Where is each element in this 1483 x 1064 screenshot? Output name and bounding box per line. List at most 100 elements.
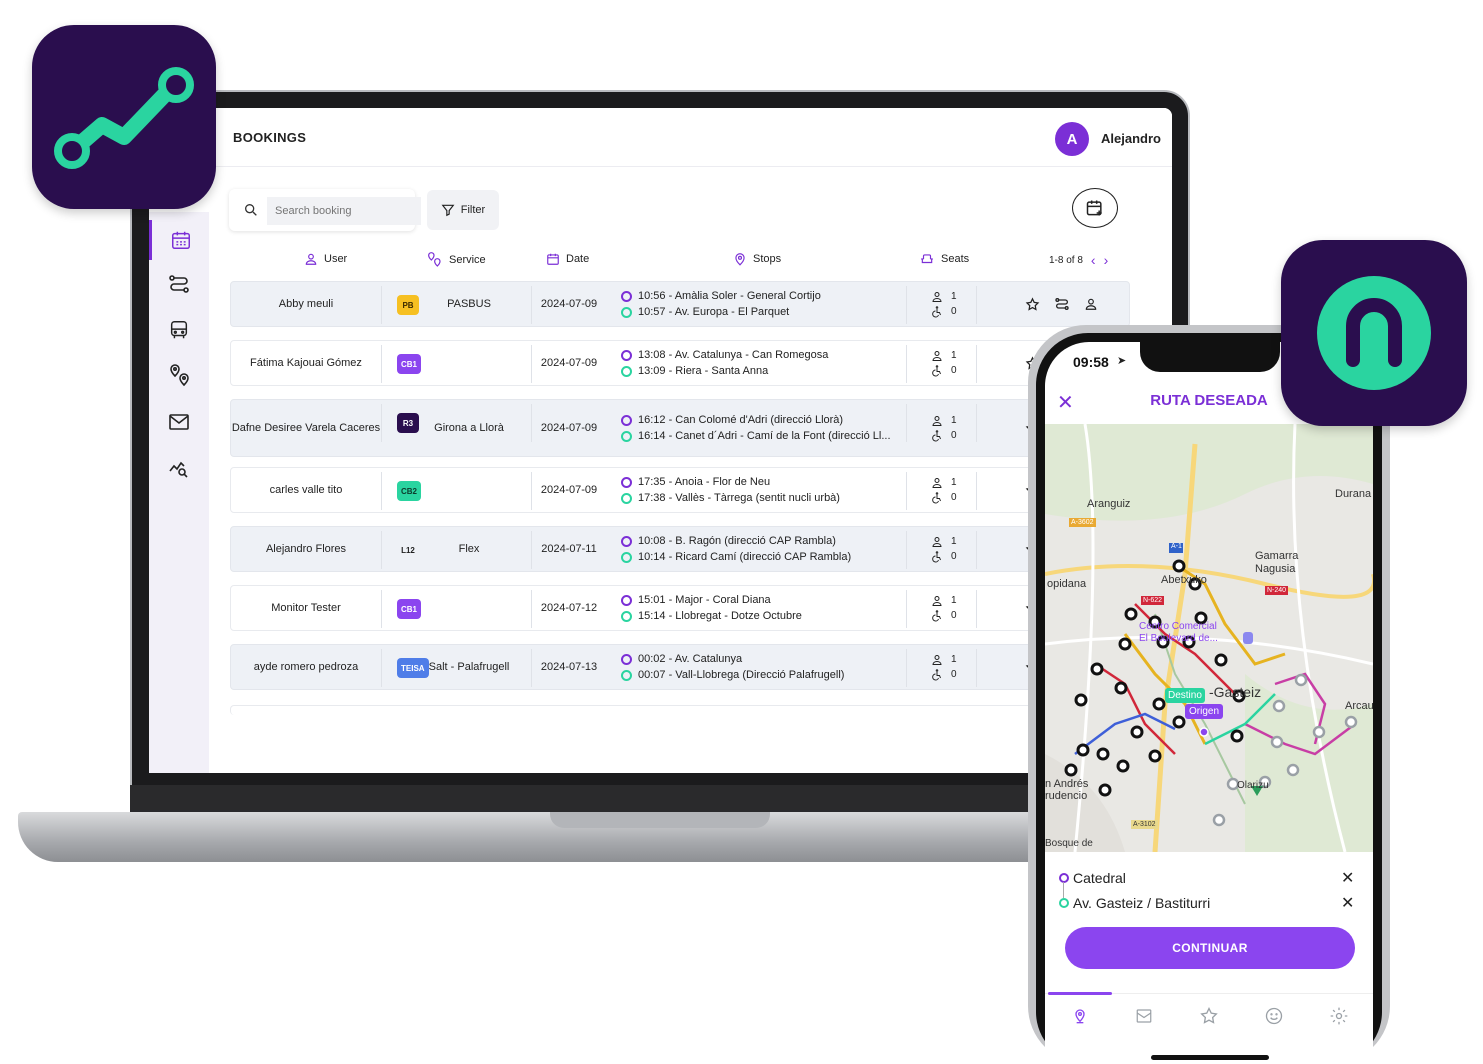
row-stops: 16:12 - Can Colomé d'Adri (direcció Llor…: [621, 400, 901, 456]
sidebar-item-routes[interactable]: [149, 264, 209, 304]
row-divider: [976, 531, 977, 569]
tab-map[interactable]: [1065, 1004, 1095, 1028]
table-row[interactable]: ayde romero pedroza TEISA Salt - Palafruge…: [230, 644, 1130, 690]
column-date[interactable]: Date: [546, 252, 589, 266]
wheelchair-icon: [932, 429, 941, 441]
destination-stop-text: 00:07 - Vall-Llobrega (Direcció Palafrug…: [638, 669, 845, 681]
row-divider: [906, 404, 907, 442]
tab-profile[interactable]: [1259, 1004, 1289, 1028]
tab-bar: [1045, 992, 1373, 1034]
tab-favorites[interactable]: [1194, 1004, 1224, 1028]
map-label-lopidana: opidana: [1047, 578, 1087, 590]
destination-value: Av. Gasteiz / Bastiturri: [1073, 895, 1211, 911]
tab-settings[interactable]: [1324, 1004, 1354, 1028]
route-icon[interactable]: [1054, 296, 1070, 312]
sidebar: [149, 212, 209, 773]
column-stops[interactable]: Stops: [733, 252, 781, 266]
destination-dot-icon: [621, 306, 632, 318]
row-divider: [976, 345, 977, 383]
destination-stop: 10:14 - Ricard Camí (direcció CAP Rambla…: [621, 551, 901, 563]
seat-count-value: 1: [951, 291, 957, 302]
sidebar-item-messages[interactable]: [149, 402, 209, 442]
row-stops: 10:56 - Amàlia Soler - General Cortijo 10…: [621, 282, 901, 326]
star-icon[interactable]: [1025, 296, 1040, 312]
row-divider: [381, 345, 382, 383]
star-icon: [1200, 1006, 1218, 1024]
service-badge: CB2: [397, 481, 422, 501]
add-booking-button[interactable]: [1072, 188, 1118, 228]
person-icon: [932, 536, 942, 547]
seat-count-value: 1: [951, 536, 957, 547]
search-box: [229, 189, 421, 231]
service-badge: L12: [401, 545, 415, 555]
origin-stop: 13:08 - Av. Catalunya - Can Romegosa: [621, 349, 901, 361]
row-divider: [381, 286, 382, 324]
sidebar-item-analytics[interactable]: [149, 448, 209, 488]
row-service: Flex: [458, 542, 480, 555]
filter-button[interactable]: Filter: [427, 190, 499, 230]
service-badge: CB1: [397, 354, 422, 374]
map-label-gamarra: Gamarra Nagusia: [1255, 550, 1298, 576]
row-seats: 10: [931, 341, 971, 385]
sidebar-item-bookings[interactable]: [149, 220, 209, 260]
pagination: 1-8 of 8 ‹ ›: [1049, 252, 1108, 268]
tab-tickets[interactable]: [1129, 1004, 1159, 1028]
row-service: Girona a Llorà: [434, 421, 504, 434]
origin-stop: 10:08 - B. Ragón (direcció CAP Rambla): [621, 535, 901, 547]
column-user[interactable]: User: [304, 252, 347, 266]
wheelchair-count-value: 0: [951, 306, 957, 317]
user-icon[interactable]: [1084, 297, 1098, 311]
sidebar-item-stops[interactable]: [149, 356, 209, 396]
map-label-nagusia: Nagusia: [1255, 563, 1296, 575]
destination-stop-text: 13:09 - Riera - Santa Anna: [638, 365, 769, 377]
column-service[interactable]: Service: [425, 252, 486, 268]
table-row[interactable]: Monitor Tester CB1 2024-07-12 15:01 - Major…: [230, 585, 1130, 631]
table-row[interactable]: Dafne Desiree Varela Caceres R3 Girona a L…: [230, 399, 1130, 457]
row-date: 2024-07-09: [540, 357, 598, 369]
row-divider: [906, 531, 907, 569]
next-page-icon[interactable]: ›: [1104, 252, 1109, 268]
destination-field[interactable]: Av. Gasteiz / Bastiturri: [1059, 895, 1210, 911]
prev-page-icon[interactable]: ‹: [1091, 252, 1096, 268]
clear-destination-icon[interactable]: ✕: [1341, 893, 1354, 913]
origin-dot-icon: [1059, 873, 1069, 883]
filter-label: Filter: [460, 204, 486, 216]
column-seats[interactable]: Seats: [919, 252, 969, 266]
service-badge: TEISA: [397, 658, 429, 678]
destination-marker[interactable]: Destino: [1165, 688, 1205, 703]
destination-dot-icon: [1059, 898, 1069, 908]
table-row[interactable]: Fátima Kajouai Gómez CB1 2024-07-09 13:08 -…: [230, 340, 1130, 386]
origin-marker[interactable]: Origen: [1185, 704, 1224, 719]
map-label-prudencio: rudencio: [1045, 790, 1088, 802]
map-label-aranguiz: Aranguiz: [1087, 498, 1131, 510]
column-date-label: Date: [566, 253, 590, 265]
row-divider: [381, 472, 382, 510]
user-name[interactable]: Alejandro: [1101, 131, 1161, 146]
table-row[interactable]: Abby meuli PB PASBUS 2024-07-09 10:56 - Amàl…: [230, 281, 1130, 327]
column-service-label: Service: [449, 254, 486, 266]
ticket-icon: [1136, 1009, 1152, 1023]
row-stops: 17:35 - Anoia - Flor de Neu 17:38 - Vallè…: [621, 468, 901, 512]
map-label-abetxuko: Abetxuko: [1161, 574, 1207, 586]
service-badge: R3: [397, 413, 419, 433]
avatar[interactable]: A: [1055, 122, 1089, 156]
person-icon: [932, 595, 942, 606]
sidebar-item-vehicles[interactable]: [149, 310, 209, 350]
continue-button[interactable]: CONTINUAR: [1065, 927, 1355, 969]
destination-stop: 15:14 - Llobregat - Dotze Octubre: [621, 610, 901, 622]
table-row[interactable]: carles valle tito CB2 2024-07-09 17:35 - An…: [230, 467, 1130, 513]
clear-origin-icon[interactable]: ✕: [1341, 868, 1354, 888]
wheelchair-count: 0: [931, 364, 957, 377]
search-input[interactable]: [267, 197, 421, 225]
row-divider: [906, 649, 907, 687]
dynamic-island: [1140, 342, 1280, 372]
origin-field[interactable]: Catedral: [1059, 870, 1126, 886]
wheelchair-icon: [932, 364, 941, 376]
row-divider: [976, 404, 977, 442]
map[interactable]: Aranguiz Durana A-3602 A-1 Gamarra Nagusi…: [1045, 423, 1373, 853]
table-row[interactable]: Alejandro Flores L12 Flex 2024-07-11 10:08 -…: [230, 526, 1130, 572]
origin-dot-icon: [621, 414, 632, 426]
road-label-a3102: A-3102: [1131, 820, 1158, 829]
dashboard-screen: BOOKINGS A Alejandro Filter: [149, 108, 1172, 773]
mail-icon: [169, 414, 189, 430]
